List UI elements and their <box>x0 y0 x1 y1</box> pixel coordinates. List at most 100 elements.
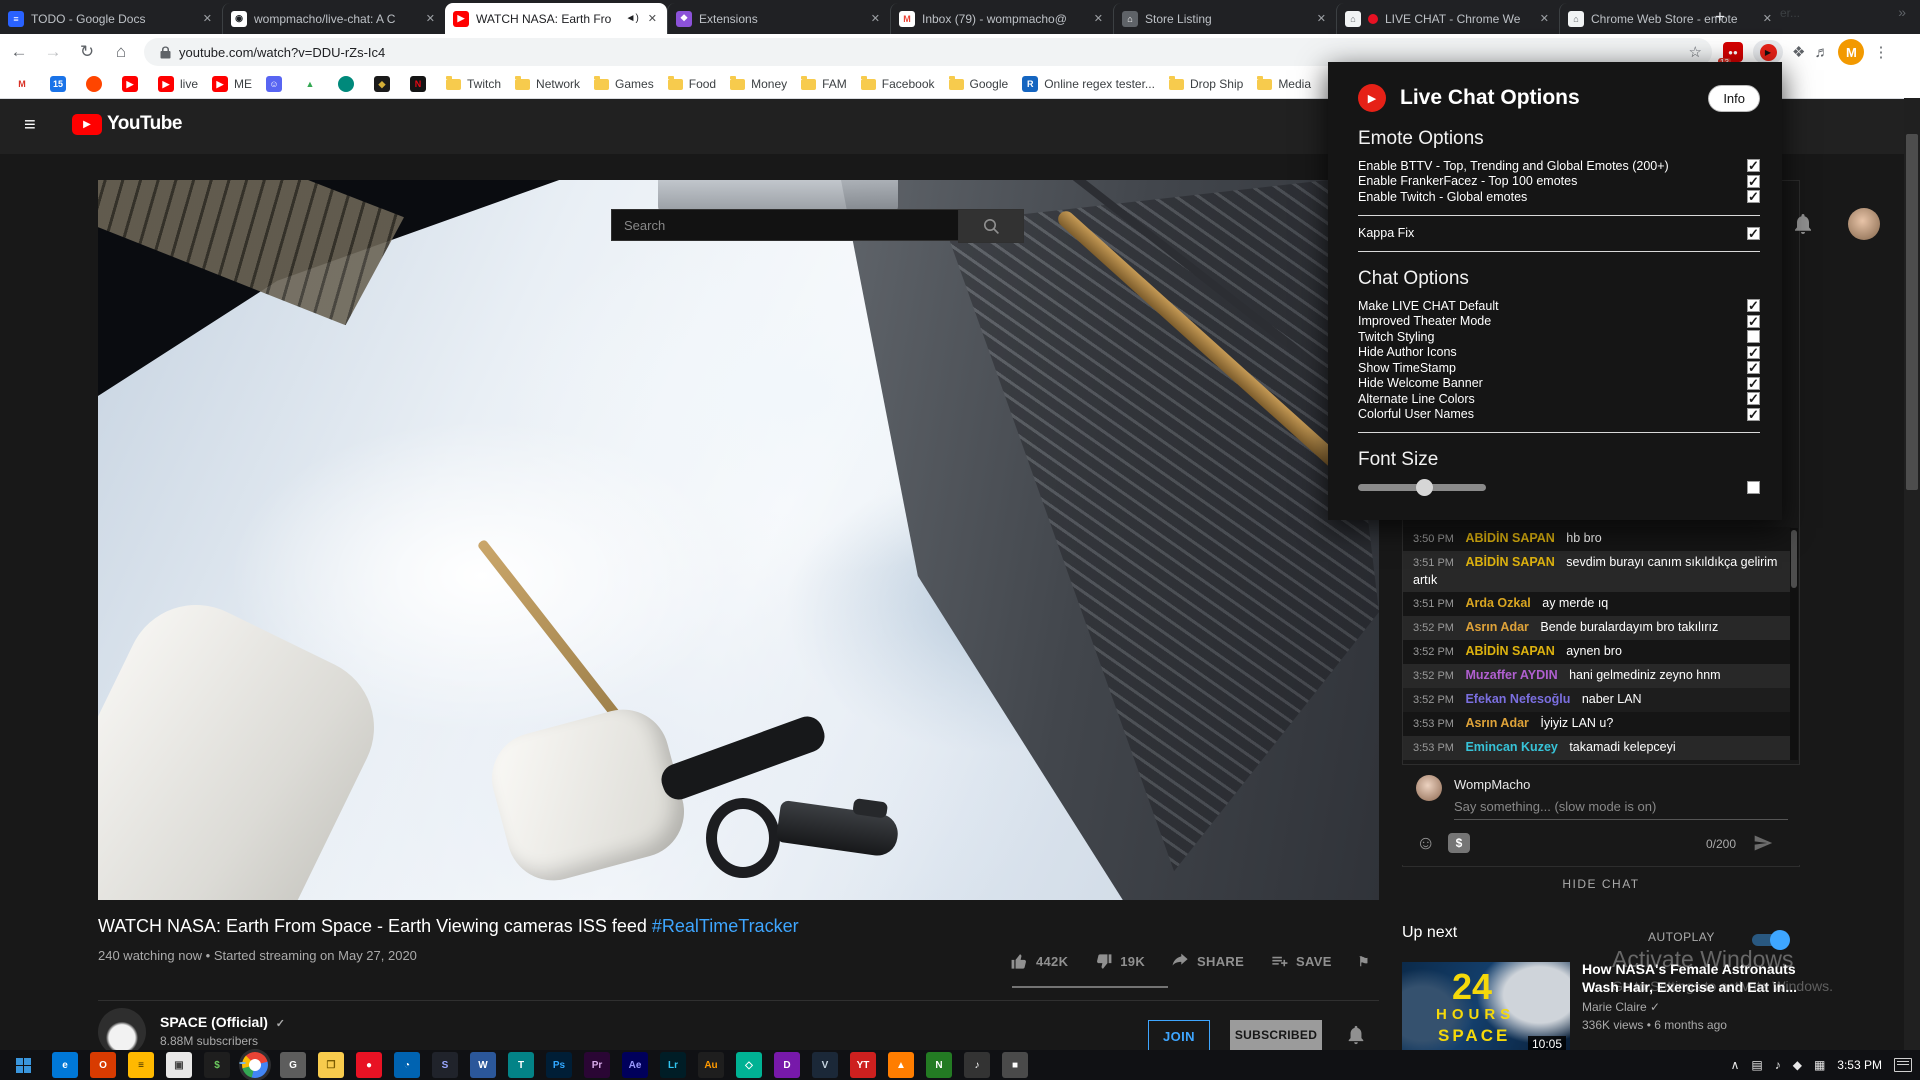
option-checkbox[interactable] <box>1747 330 1760 343</box>
guide-menu-icon[interactable]: ≡ <box>24 114 36 137</box>
back-icon[interactable]: ← <box>4 37 34 67</box>
video-player[interactable] <box>98 180 1379 900</box>
start-button[interactable] <box>0 1050 46 1080</box>
tab-close-icon[interactable]: ✕ <box>1315 12 1328 25</box>
taskbar-app-icon[interactable]: $ <box>204 1052 230 1078</box>
autoplay-toggle-knob[interactable] <box>1770 930 1790 950</box>
bookmark-item[interactable]: Media <box>1257 77 1311 91</box>
browser-tab[interactable]: ⌂ Store Listing ◄) ✕ <box>1113 3 1336 34</box>
autoplay-toggle[interactable] <box>1752 934 1788 946</box>
taskbar-app-icon[interactable]: ● <box>356 1052 382 1078</box>
taskbar-app-icon[interactable]: ❒ <box>318 1052 344 1078</box>
channel-name[interactable]: SPACE (Official) ✓ <box>160 1014 285 1030</box>
taskbar-app-icon[interactable]: D <box>774 1052 800 1078</box>
taskbar-app-icon[interactable]: S <box>432 1052 458 1078</box>
bookmark-item[interactable]: M <box>14 76 36 92</box>
browser-tab[interactable]: ⌂ Chrome Web Store - emote ◄) ✕ <box>1559 3 1782 34</box>
chat-username[interactable]: Arda Ozkal <box>1465 596 1530 610</box>
tab-close-icon[interactable]: ✕ <box>1761 12 1774 25</box>
browser-tab[interactable]: ▶ WATCH NASA: Earth Fro ◄) ✕ <box>445 3 667 34</box>
up-next-thumbnail[interactable]: 24 HOURS SPACE 10:05 <box>1402 962 1570 1056</box>
taskbar-app-icon[interactable]: ■ <box>1002 1052 1028 1078</box>
bookmark-item[interactable]: ▲ <box>302 76 324 92</box>
option-checkbox[interactable] <box>1747 227 1760 240</box>
tray-display-icon[interactable]: ▤ <box>1751 1058 1762 1072</box>
option-checkbox[interactable] <box>1747 175 1760 188</box>
tab-close-icon[interactable]: ✕ <box>646 12 659 25</box>
taskbar-app-icon[interactable]: ◔ <box>394 1052 420 1078</box>
bookmark-star-icon[interactable]: ☆ <box>1689 43 1702 61</box>
channel-avatar[interactable] <box>98 1008 146 1056</box>
bookmark-item[interactable]: Network <box>515 77 580 91</box>
tray-volume-icon[interactable]: ♪ <box>1775 1058 1781 1072</box>
join-button[interactable]: JOIN <box>1148 1020 1210 1052</box>
option-checkbox[interactable] <box>1747 361 1760 374</box>
bookmark-item[interactable]: Food <box>668 77 716 91</box>
taskbar-app-icon[interactable]: Pr <box>584 1052 610 1078</box>
bookmark-overflow-text[interactable]: er... <box>1780 6 1800 20</box>
option-checkbox[interactable] <box>1747 315 1760 328</box>
browser-tab[interactable]: ≡ TODO - Google Docs ◄) ✕ <box>0 3 222 34</box>
tab-close-icon[interactable]: ✕ <box>1092 12 1105 25</box>
chat-message[interactable]: 3:52 PM Efekan Nefesoğlu naber LAN <box>1403 688 1791 712</box>
bookmark-item[interactable]: ▶ <box>122 76 144 92</box>
chat-username[interactable]: Asrın Adar <box>1465 716 1528 730</box>
chat-username[interactable]: Emincan Kuzey <box>1465 740 1557 754</box>
chat-username[interactable]: ABİDİN SAPAN <box>1465 531 1554 545</box>
page-scrollbar[interactable] <box>1904 98 1920 1050</box>
taskbar-app-icon[interactable]: ▲ <box>888 1052 914 1078</box>
bookmark-item[interactable]: ☺ <box>266 76 288 92</box>
new-tab-button[interactable]: + <box>1706 3 1734 31</box>
bookmark-item[interactable]: ◆ <box>374 76 396 92</box>
subscribed-button[interactable]: SUBSCRIBED <box>1230 1020 1322 1050</box>
taskbar-app-icon[interactable]: ◇ <box>736 1052 762 1078</box>
taskbar-app-icon[interactable]: V <box>812 1052 838 1078</box>
super-chat-icon[interactable]: $ <box>1448 833 1470 853</box>
taskbar-app-icon[interactable]: ▣ <box>166 1052 192 1078</box>
option-checkbox[interactable] <box>1747 159 1760 172</box>
bookmark-item[interactable]: Games <box>594 77 654 91</box>
tab-close-icon[interactable]: ✕ <box>869 12 882 25</box>
chat-scrollbar-thumb[interactable] <box>1791 530 1797 588</box>
bookmark-item[interactable]: Google <box>949 77 1009 91</box>
bttv-extension-icon[interactable]: ●● 13 <box>1722 41 1744 63</box>
browser-tab[interactable]: M Inbox (79) - wompmacho@ ◄) ✕ <box>890 3 1113 34</box>
taskbar-app-icon[interactable] <box>242 1052 268 1078</box>
taskbar-app-icon[interactable]: N <box>926 1052 952 1078</box>
font-size-checkbox[interactable] <box>1747 481 1760 494</box>
taskbar-clock[interactable]: 3:53 PM <box>1837 1058 1882 1072</box>
chat-message[interactable]: 3:53 PM Asrın Adar İyiyiz LAN u? <box>1403 712 1791 736</box>
action-center-icon[interactable] <box>1894 1058 1912 1072</box>
browser-tab[interactable]: ❖ Extensions ◄) ✕ <box>667 3 890 34</box>
font-size-slider[interactable] <box>1358 484 1486 491</box>
taskbar-app-icon[interactable]: e <box>52 1052 78 1078</box>
bookmark-item[interactable]: ▶ live <box>158 76 198 92</box>
option-checkbox[interactable] <box>1747 346 1760 359</box>
chat-message-input[interactable]: Say something... (slow mode is on) <box>1454 799 1656 814</box>
tray-chevron-icon[interactable]: ∧ <box>1731 1058 1740 1072</box>
tray-network-icon[interactable]: ◆ <box>1793 1058 1802 1072</box>
bookmark-item[interactable]: ▶ ME <box>212 76 252 92</box>
chat-username[interactable]: ABİDİN SAPAN <box>1465 555 1554 569</box>
browser-tab[interactable]: ◉ wompmacho/live-chat: A C ◄) ✕ <box>222 3 445 34</box>
bookmarks-overflow-chevron-icon[interactable]: » <box>1898 4 1906 20</box>
chat-message[interactable]: 3:51 PM Arda Ozkal ay merde ıq <box>1403 592 1791 616</box>
bookmark-item[interactable]: R Online regex tester... <box>1022 76 1155 92</box>
bookmark-item[interactable]: N <box>410 76 432 92</box>
page-scrollbar-thumb[interactable] <box>1906 134 1918 490</box>
share-button[interactable]: SHARE <box>1171 952 1244 971</box>
chat-message[interactable]: 3:52 PM Asrın Adar Bende buralardayım br… <box>1403 616 1791 640</box>
info-button[interactable]: Info <box>1708 85 1760 112</box>
option-checkbox[interactable] <box>1747 377 1760 390</box>
up-next-channel[interactable]: Marie Claire ✓ <box>1582 1000 1660 1014</box>
video-hashtag-link[interactable]: #RealTimeTracker <box>652 916 799 936</box>
taskbar-app-icon[interactable]: Ae <box>622 1052 648 1078</box>
hide-chat-button[interactable]: HIDE CHAT <box>1402 866 1800 901</box>
extensions-puzzle-icon[interactable]: ❖ <box>1792 43 1805 61</box>
report-flag-icon[interactable]: ⚑ <box>1358 954 1370 970</box>
tab-close-icon[interactable]: ✕ <box>1538 12 1551 25</box>
taskbar-app-icon[interactable]: W <box>470 1052 496 1078</box>
taskbar-app-icon[interactable]: Lr <box>660 1052 686 1078</box>
chat-message[interactable]: 3:52 PM ABİDİN SAPAN aynen bro <box>1403 640 1791 664</box>
browser-menu-icon[interactable]: ⋮ <box>1873 43 1888 61</box>
